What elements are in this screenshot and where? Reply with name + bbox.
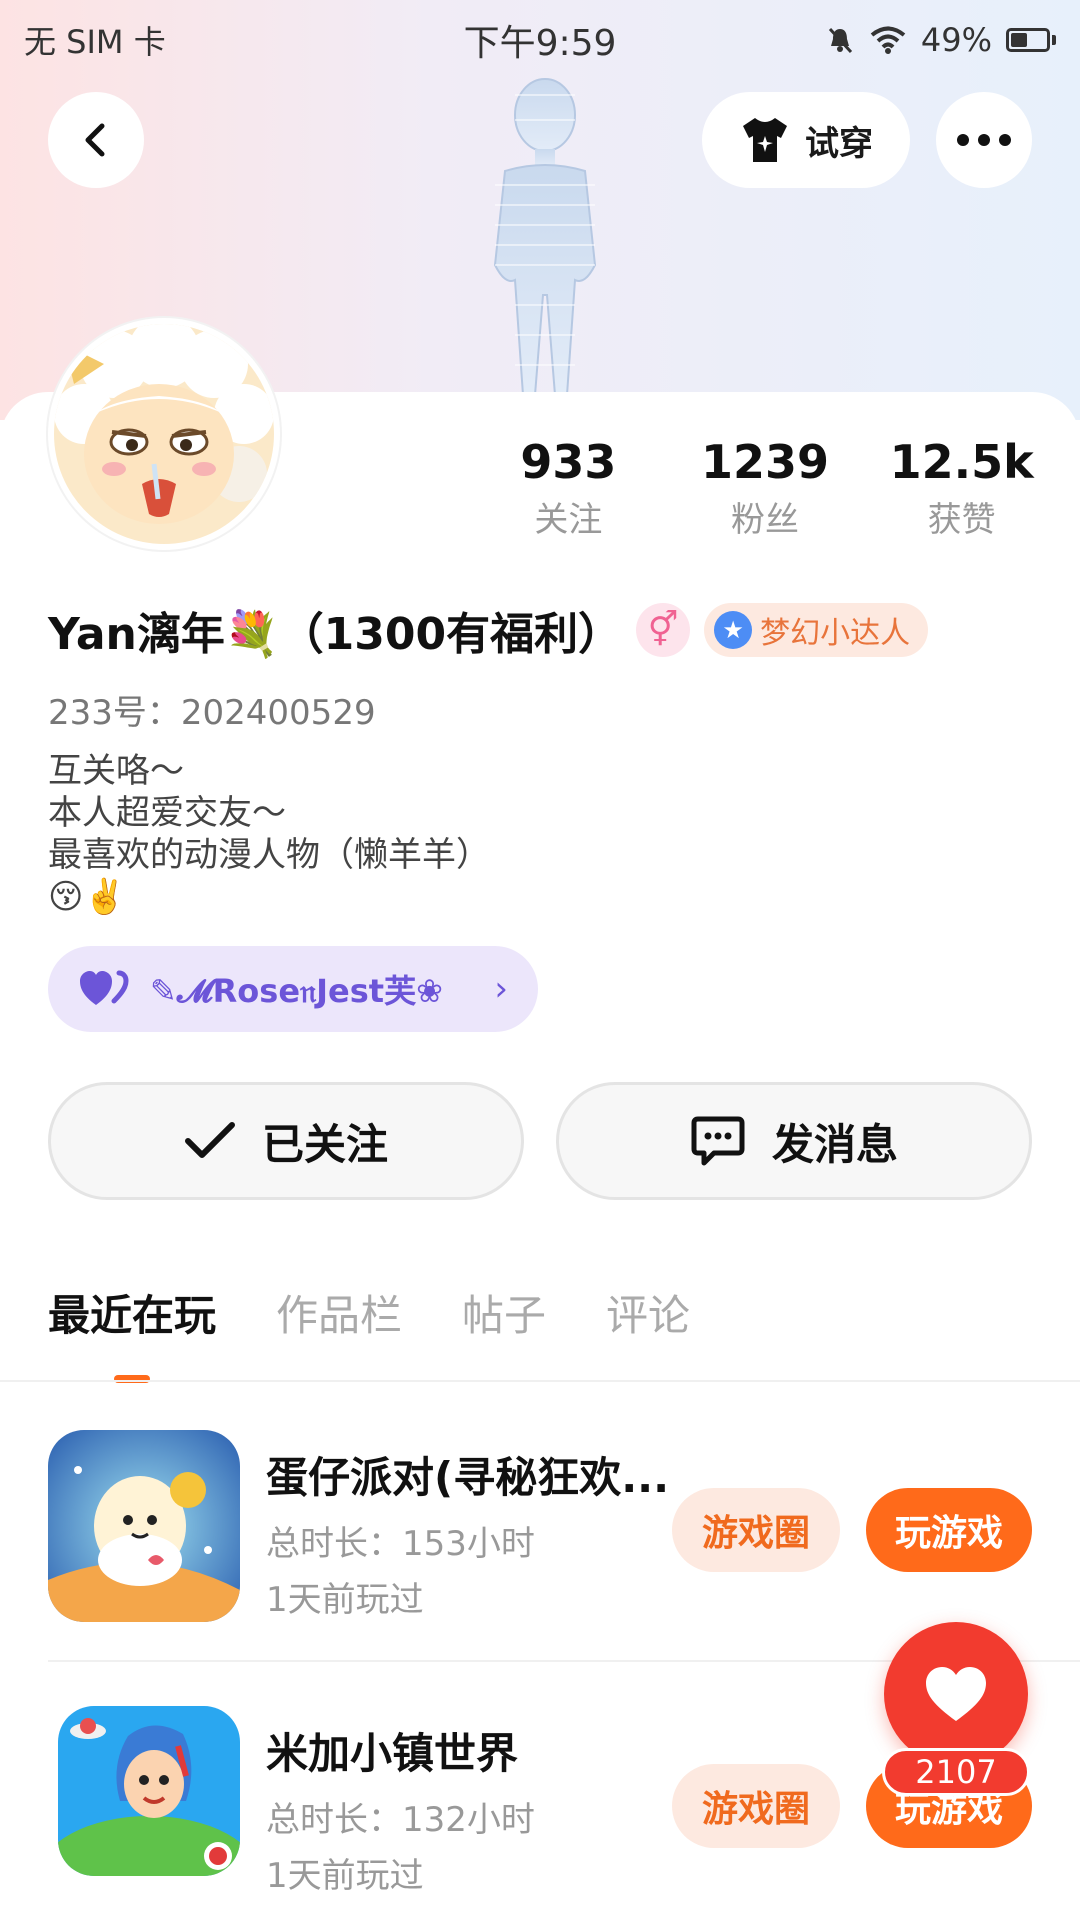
play-game-button[interactable]: 玩游戏 <box>866 1488 1032 1572</box>
stat-value: 1239 <box>700 435 830 489</box>
like-count: 2107 <box>882 1748 1030 1796</box>
tab-comments[interactable]: 评论 <box>606 1282 690 1343</box>
gender-icon: ⚥ <box>636 603 691 657</box>
stat-followers[interactable]: 1239 粉丝 <box>667 432 864 548</box>
tshirt-icon <box>743 118 787 162</box>
stats-row: 933 关注 1239 粉丝 12.5k 获赞 <box>470 432 1060 548</box>
hologram-avatar <box>493 78 597 395</box>
following-label: 已关注 <box>261 1119 388 1169</box>
game-title: 米加小镇世界 <box>266 1729 519 1778</box>
game-list-item[interactable]: 蛋仔派对(寻秘狂欢... 总时长：153小时 1天前玩过 游戏圈 玩游戏 <box>48 1430 1032 1630</box>
following-button[interactable]: 已关注 <box>48 1082 524 1200</box>
carrier-text: 无 SIM 卡 <box>24 23 166 61</box>
heart-icon <box>926 1667 986 1721</box>
game-play-duration: 总时长：132小时 <box>266 1800 535 1840</box>
stat-label: 粉丝 <box>731 500 799 540</box>
game-list-item[interactable]: 米加小镇世界 总时长：132小时 1天前玩过 游戏圈 玩游戏 <box>48 1706 1032 1906</box>
bio-line: 😚✌️ <box>48 877 126 917</box>
chevron-left-icon <box>85 123 105 157</box>
user-name: Yan漓年💐（1300有福利） <box>48 609 623 660</box>
send-message-button[interactable]: 发消息 <box>556 1082 1032 1200</box>
check-icon <box>184 1122 235 1158</box>
more-dots-icon <box>957 134 1011 146</box>
like-button[interactable] <box>884 1622 1028 1766</box>
level-badge-label: 梦幻小达人 <box>760 616 911 651</box>
star-icon: ★ <box>714 611 753 649</box>
tab-recently-played[interactable]: 最近在玩 <box>48 1282 216 1343</box>
tab-works[interactable]: 作品栏 <box>276 1282 402 1343</box>
bio: 互关咯～ 本人超爱交友～ 最喜欢的动漫人物（懒羊羊） 😚✌️ <box>48 750 490 918</box>
game-icon-miga-town <box>58 1706 240 1876</box>
back-button[interactable] <box>48 92 144 188</box>
mute-bell-icon <box>828 27 852 54</box>
user-id: 233号：202400529 <box>48 693 376 733</box>
stat-label: 关注 <box>534 500 603 540</box>
chat-bubble-icon <box>691 1116 745 1166</box>
game-last-played: 1天前玩过 <box>266 1580 424 1620</box>
battery-icon <box>1006 28 1056 52</box>
try-on-label: 试穿 <box>805 123 873 164</box>
game-last-played: 1天前玩过 <box>266 1856 424 1896</box>
status-icons: 49% <box>825 21 1056 59</box>
lazy-sheep-avatar-image <box>54 324 274 544</box>
divider <box>0 1380 1080 1382</box>
avatar[interactable] <box>48 318 280 550</box>
double-heart-icon <box>80 970 129 1005</box>
send-message-label: 发消息 <box>771 1119 898 1169</box>
chevron-right-icon: › <box>494 969 508 1009</box>
status-bar: 无 SIM 卡 下午9:59 49% <box>0 0 1080 80</box>
stat-value: 12.5k <box>889 435 1034 489</box>
bonded-friend-name: ✎𝓜Rose𝔫Jest芙❀ <box>150 972 443 1010</box>
game-icon-eggy-party <box>48 1430 240 1622</box>
profile-tabs: 最近在玩 作品栏 帖子 评论 <box>48 1282 690 1343</box>
game-circle-button[interactable]: 游戏圈 <box>672 1488 840 1572</box>
more-button[interactable] <box>936 92 1032 188</box>
bio-line: 互关咯～ <box>48 751 184 791</box>
wifi-icon <box>870 26 906 54</box>
try-on-button[interactable]: 试穿 <box>702 92 910 188</box>
stat-value: 933 <box>520 435 617 489</box>
level-badge[interactable]: ★ 梦幻小达人 <box>704 603 929 657</box>
game-play-duration: 总时长：153小时 <box>266 1524 535 1564</box>
stat-following[interactable]: 933 关注 <box>470 432 667 548</box>
name-row: Yan漓年💐（1300有福利） ⚥ ★ 梦幻小达人 <box>48 598 929 662</box>
battery-percent: 49% <box>920 21 992 59</box>
bio-line: 最喜欢的动漫人物（懒羊羊） <box>48 835 490 875</box>
stat-likes[interactable]: 12.5k 获赞 <box>863 432 1060 548</box>
bio-line: 本人超爱交友～ <box>48 793 286 833</box>
tab-posts[interactable]: 帖子 <box>462 1282 546 1343</box>
stat-label: 获赞 <box>927 500 996 540</box>
game-title: 蛋仔派对(寻秘狂欢... <box>266 1453 670 1502</box>
bonded-friend-link[interactable]: ✎𝓜Rose𝔫Jest芙❀ › <box>48 946 538 1032</box>
game-circle-button[interactable]: 游戏圈 <box>672 1764 840 1848</box>
